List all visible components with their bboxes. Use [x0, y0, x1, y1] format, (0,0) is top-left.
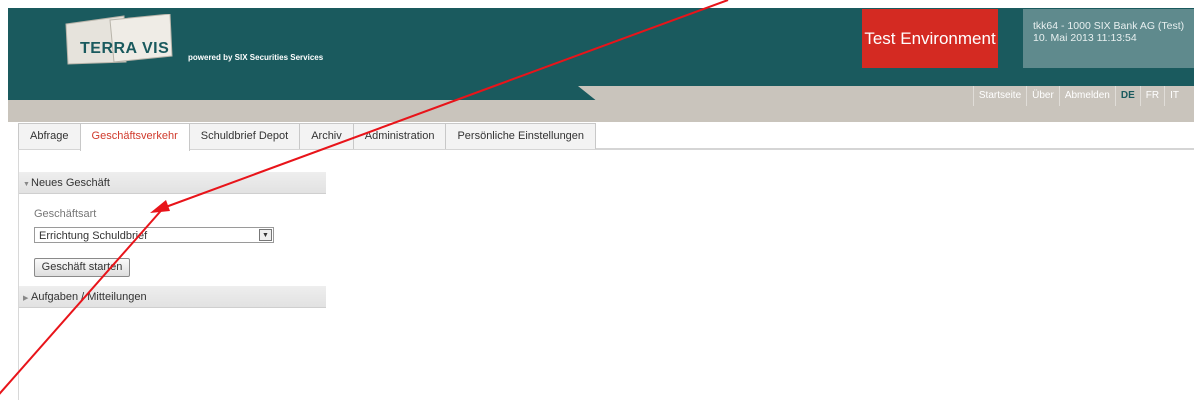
tab-abfrage[interactable]: Abfrage: [18, 123, 81, 149]
nav-ueber-link[interactable]: Über: [1026, 86, 1059, 106]
panel-neues-geschaeft-header[interactable]: ▼Neues Geschäft: [19, 172, 326, 194]
main-tabs: Abfrage Geschäftsverkehr Schuldbrief Dep…: [18, 123, 1194, 151]
environment-badge: Test Environment: [862, 9, 998, 68]
tab-archiv[interactable]: Archiv: [299, 123, 354, 149]
environment-badge-label: Test Environment: [864, 28, 996, 48]
geschaeftsart-select-value: Errichtung Schuldbrief: [39, 230, 148, 242]
lang-fr-link[interactable]: FR: [1139, 86, 1164, 106]
logo-tagline: powered by SIX Securities Services: [188, 53, 324, 62]
user-info-box: tkk64 - 1000 SIX Bank AG (Test) 10. Mai …: [1023, 9, 1194, 68]
dropdown-arrow-icon[interactable]: ▼: [259, 229, 272, 241]
user-account: tkk64 - 1000 SIX Bank AG (Test): [1033, 20, 1185, 32]
login-timestamp: 10. Mai 2013 11:13:54: [1033, 32, 1137, 44]
geschaeft-starten-button[interactable]: Geschäft starten: [34, 258, 130, 277]
nav-abmelden-link[interactable]: Abmelden: [1058, 86, 1115, 106]
lang-de-link[interactable]: DE: [1114, 86, 1140, 106]
geschaeftsart-select[interactable]: Errichtung Schuldbrief ▼: [34, 227, 274, 243]
geschaeftsart-label: Geschäftsart: [34, 208, 97, 220]
lang-it-link[interactable]: IT: [1164, 86, 1184, 106]
logo-wordmark: TERRA VIS: [80, 40, 170, 57]
collapse-triangle-icon: ▼: [23, 181, 30, 188]
expand-triangle-icon: ▶: [23, 295, 29, 302]
tab-schuldbrief-depot[interactable]: Schuldbrief Depot: [188, 123, 301, 149]
tab-persoenliche-einstellungen[interactable]: Persönliche Einstellungen: [445, 123, 597, 149]
panel-aufgaben-title: Aufgaben / Mitteilungen: [31, 291, 147, 303]
panel-neues-geschaeft-title: Neues Geschäft: [31, 177, 110, 189]
utility-nav: Startseite Über Abmelden DE FR IT: [972, 86, 1184, 106]
tab-administration[interactable]: Administration: [352, 123, 447, 149]
panel-aufgaben-header[interactable]: ▶ Aufgaben / Mitteilungen: [19, 286, 326, 308]
nav-startseite-link[interactable]: Startseite: [972, 86, 1026, 106]
tab-geschaeftsverkehr[interactable]: Geschäftsverkehr: [79, 123, 190, 151]
